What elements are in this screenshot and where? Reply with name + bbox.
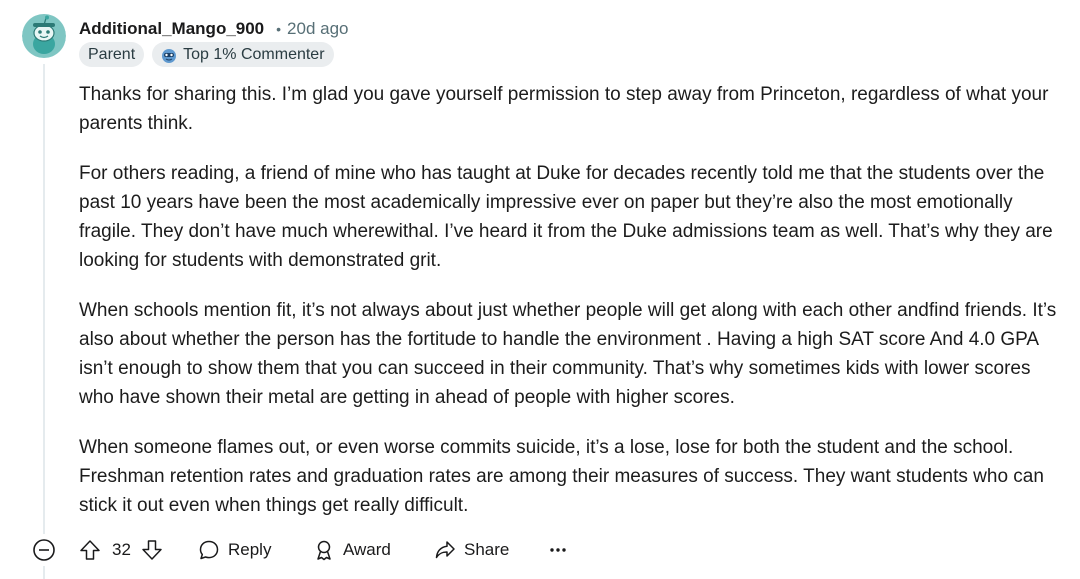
comment-paragraph: For others reading, a friend of mine who… bbox=[79, 163, 1053, 271]
collapse-minus-icon bbox=[33, 539, 55, 561]
thread-line-continuation bbox=[43, 566, 45, 579]
vote-count: 32 bbox=[112, 540, 131, 559]
downvote-icon bbox=[142, 540, 162, 560]
user-flairs: Parent Top 1% Commenter bbox=[79, 42, 334, 67]
snoo-avatar-icon[interactable] bbox=[22, 13, 66, 59]
share-button[interactable]: Share bbox=[434, 536, 509, 564]
flair-top-commenter-label: Top 1% Commenter bbox=[183, 46, 325, 63]
comment-body: Thanks for sharing this. I’m glad you ga… bbox=[79, 80, 1064, 541]
commenter-badge-icon bbox=[161, 47, 177, 63]
comment-header: Additional_Mango_900 • 20d ago bbox=[79, 17, 349, 41]
thread-line[interactable] bbox=[43, 64, 45, 534]
downvote-button[interactable] bbox=[140, 538, 164, 562]
username-link[interactable]: Additional_Mango_900 bbox=[79, 19, 264, 39]
reply-bubble-icon bbox=[199, 540, 219, 560]
more-dots-icon bbox=[550, 548, 566, 552]
reply-button[interactable]: Reply bbox=[198, 536, 271, 564]
comment-paragraph: When someone flames out, or even worse c… bbox=[79, 437, 1044, 516]
upvote-button[interactable] bbox=[78, 538, 102, 562]
upvote-icon bbox=[80, 540, 100, 560]
collapse-thread-button[interactable] bbox=[32, 538, 56, 562]
comment-paragraph: Thanks for sharing this. I’m glad you ga… bbox=[79, 84, 1049, 134]
comment-paragraph: When schools mention fit, it’s not alway… bbox=[79, 300, 1057, 408]
separator-dot: • bbox=[276, 21, 282, 37]
award-button[interactable]: Award bbox=[313, 536, 391, 564]
share-label: Share bbox=[464, 540, 510, 559]
award-ribbon-icon bbox=[317, 540, 331, 561]
flair-top-commenter: Top 1% Commenter bbox=[152, 42, 334, 67]
award-label: Award bbox=[343, 540, 391, 559]
reply-label: Reply bbox=[228, 540, 272, 559]
flair-parent: Parent bbox=[79, 42, 145, 67]
timestamp[interactable]: 20d ago bbox=[287, 19, 348, 39]
share-arrow-icon bbox=[435, 541, 455, 559]
comment-action-bar: 32 Reply Award Share bbox=[0, 533, 1080, 567]
vote-group: 32 bbox=[78, 536, 164, 564]
more-options-button[interactable] bbox=[545, 536, 571, 564]
flair-parent-label: Parent bbox=[88, 46, 136, 63]
